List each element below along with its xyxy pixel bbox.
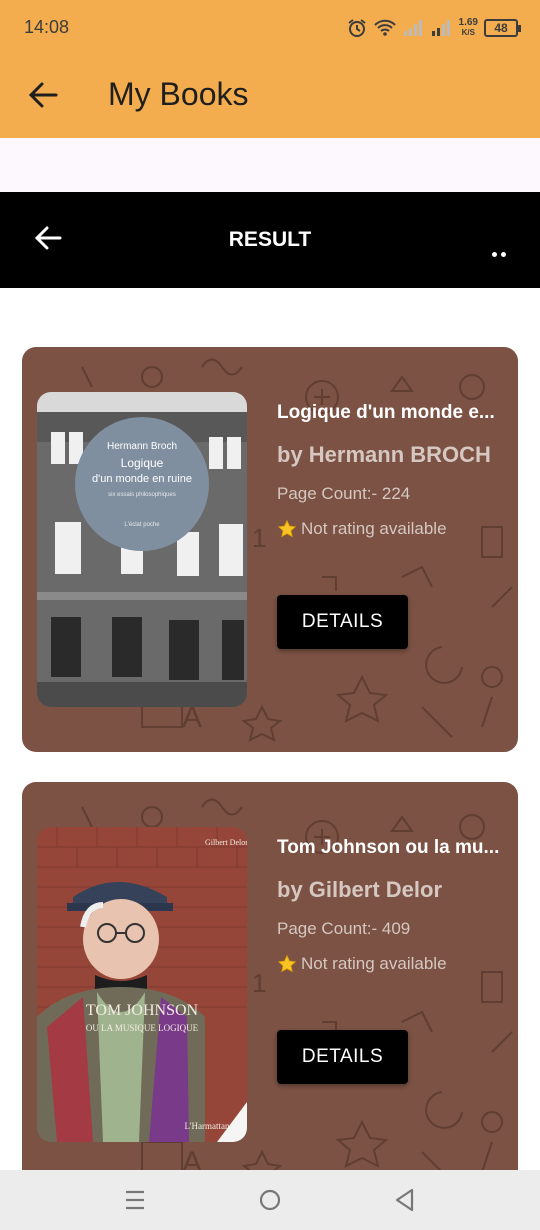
star-icon xyxy=(277,954,297,973)
book-rating-text: Not rating available xyxy=(301,519,447,538)
book-card[interactable]: 1 A Gilbert Delor TOM JOHNSON OU LA MUSI… xyxy=(22,782,518,1202)
book-card[interactable]: 1 A Hermann Broch Logique d'un monde en … xyxy=(22,347,518,752)
cover-subtitle: six essais philosophiques xyxy=(108,492,176,498)
battery-icon: 48 xyxy=(484,19,521,37)
system-nav-bar xyxy=(0,1170,540,1230)
book-author: by Gilbert Delor xyxy=(277,877,443,902)
wifi-icon xyxy=(373,19,396,36)
network-speed-unit: K/S xyxy=(461,28,475,37)
cover-author: Hermann Broch xyxy=(107,441,177,452)
battery-level: 48 xyxy=(494,21,508,35)
signal-icon xyxy=(403,20,422,36)
book-page-count: Page Count:- 224 xyxy=(277,484,411,503)
more-dots-icon[interactable] xyxy=(492,244,510,257)
cover-publisher: L'éclat poche xyxy=(124,522,160,528)
back-icon[interactable] xyxy=(393,1187,417,1213)
book-title: Tom Johnson ou la mu... xyxy=(277,837,500,858)
home-icon[interactable] xyxy=(258,1188,282,1212)
signal-icon xyxy=(431,20,450,36)
details-button[interactable]: DETAILS xyxy=(277,595,408,649)
status-icons: 1.69 K/S 48 xyxy=(347,14,521,42)
book-page-count: Page Count:- 409 xyxy=(277,919,411,938)
cover-illustration: Hermann Broch Logique d'un monde en ruin… xyxy=(37,392,247,707)
status-bar: 14:08 1.69 K/S 48 xyxy=(0,0,540,56)
app-bar: My Books xyxy=(0,56,540,138)
book-author: by Hermann BROCH xyxy=(277,442,491,467)
book-cover[interactable]: Hermann Broch Logique d'un monde en ruin… xyxy=(37,392,247,707)
book-rating: Not rating available xyxy=(277,954,447,974)
alarm-icon xyxy=(347,19,366,37)
book-cover[interactable]: Gilbert Delor TOM JOHNSON OU LA MUSIQUE … xyxy=(37,827,247,1142)
result-bar: RESULT xyxy=(0,192,540,288)
cover-title-line2: OU LA MUSIQUE LOGIQUE xyxy=(86,1023,199,1033)
book-rating-text: Not rating available xyxy=(301,954,447,973)
result-title: RESULT xyxy=(228,228,312,251)
network-speed: 1.69 K/S xyxy=(459,18,478,38)
book-title: Logique d'un monde e... xyxy=(277,402,495,423)
content-spacer xyxy=(0,138,540,192)
page-title: My Books xyxy=(108,76,249,112)
book-rating: Not rating available xyxy=(277,519,447,539)
details-button[interactable]: DETAILS xyxy=(277,1030,408,1084)
network-speed-value: 1.69 xyxy=(458,17,478,28)
svg-text:1: 1 xyxy=(252,523,266,553)
arrow-left-icon[interactable] xyxy=(26,78,60,112)
status-time: 14:08 xyxy=(24,17,70,37)
svg-text:1: 1 xyxy=(252,968,266,998)
cover-title-line2: d'un monde en ruine xyxy=(92,473,192,485)
star-icon xyxy=(277,519,297,538)
cover-title-line1: Logique xyxy=(121,456,164,470)
cover-author: Gilbert Delor xyxy=(205,838,247,847)
cover-title-line1: TOM JOHNSON xyxy=(86,1002,199,1019)
cover-publisher: L'Harmattan xyxy=(184,1121,230,1131)
cover-illustration: Gilbert Delor TOM JOHNSON OU LA MUSIQUE … xyxy=(37,827,247,1142)
menu-icon[interactable] xyxy=(124,1189,146,1211)
